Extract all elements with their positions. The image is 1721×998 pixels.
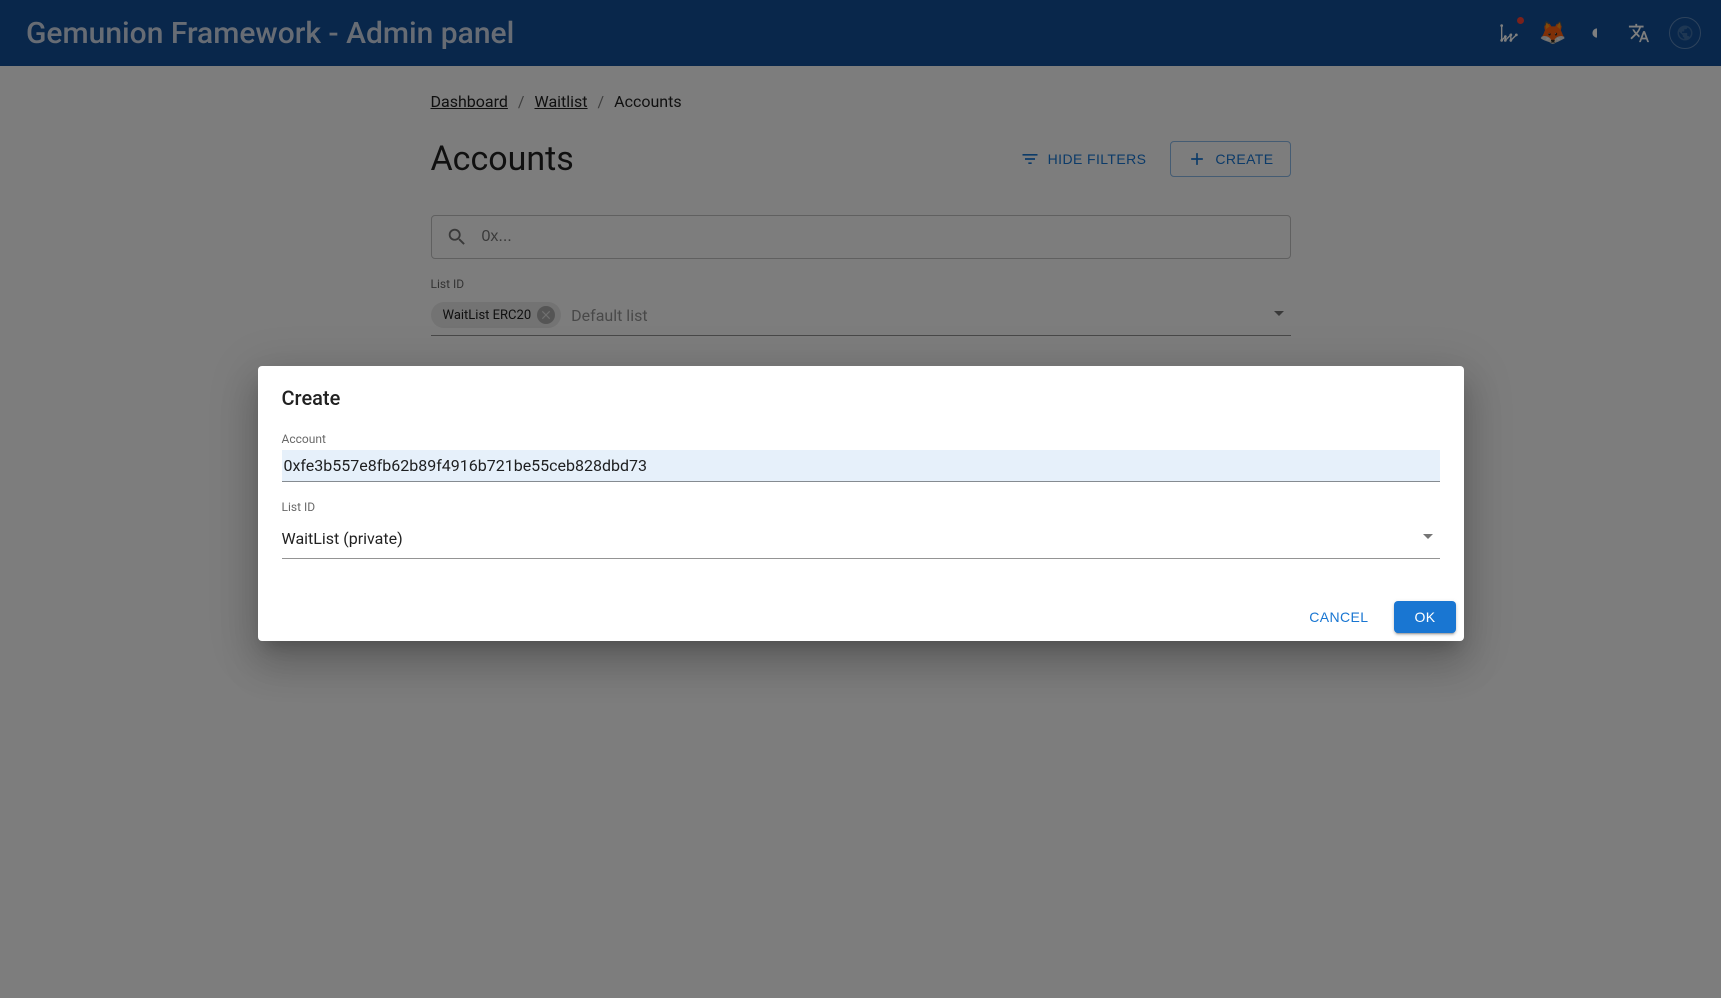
list-id-value: WaitList (private) (282, 529, 1416, 548)
dialog-title: Create (258, 366, 1464, 424)
dialog-list-id-label: List ID (282, 500, 1440, 514)
account-label: Account (282, 432, 1440, 446)
dialog-content: Account List ID WaitList (private) (258, 424, 1464, 595)
list-id-field: List ID WaitList (private) (282, 500, 1440, 559)
chevron-down-icon (1416, 524, 1440, 552)
create-dialog: Create Account List ID WaitList (private… (258, 366, 1464, 641)
account-field: Account (282, 432, 1440, 482)
ok-button[interactable]: OK (1394, 601, 1455, 633)
list-id-select[interactable]: WaitList (private) (282, 518, 1440, 559)
modal-overlay[interactable]: Create Account List ID WaitList (private… (0, 0, 1721, 998)
cancel-button[interactable]: CANCEL (1295, 601, 1382, 633)
dialog-actions: CANCEL OK (258, 595, 1464, 633)
account-input[interactable] (282, 450, 1440, 482)
